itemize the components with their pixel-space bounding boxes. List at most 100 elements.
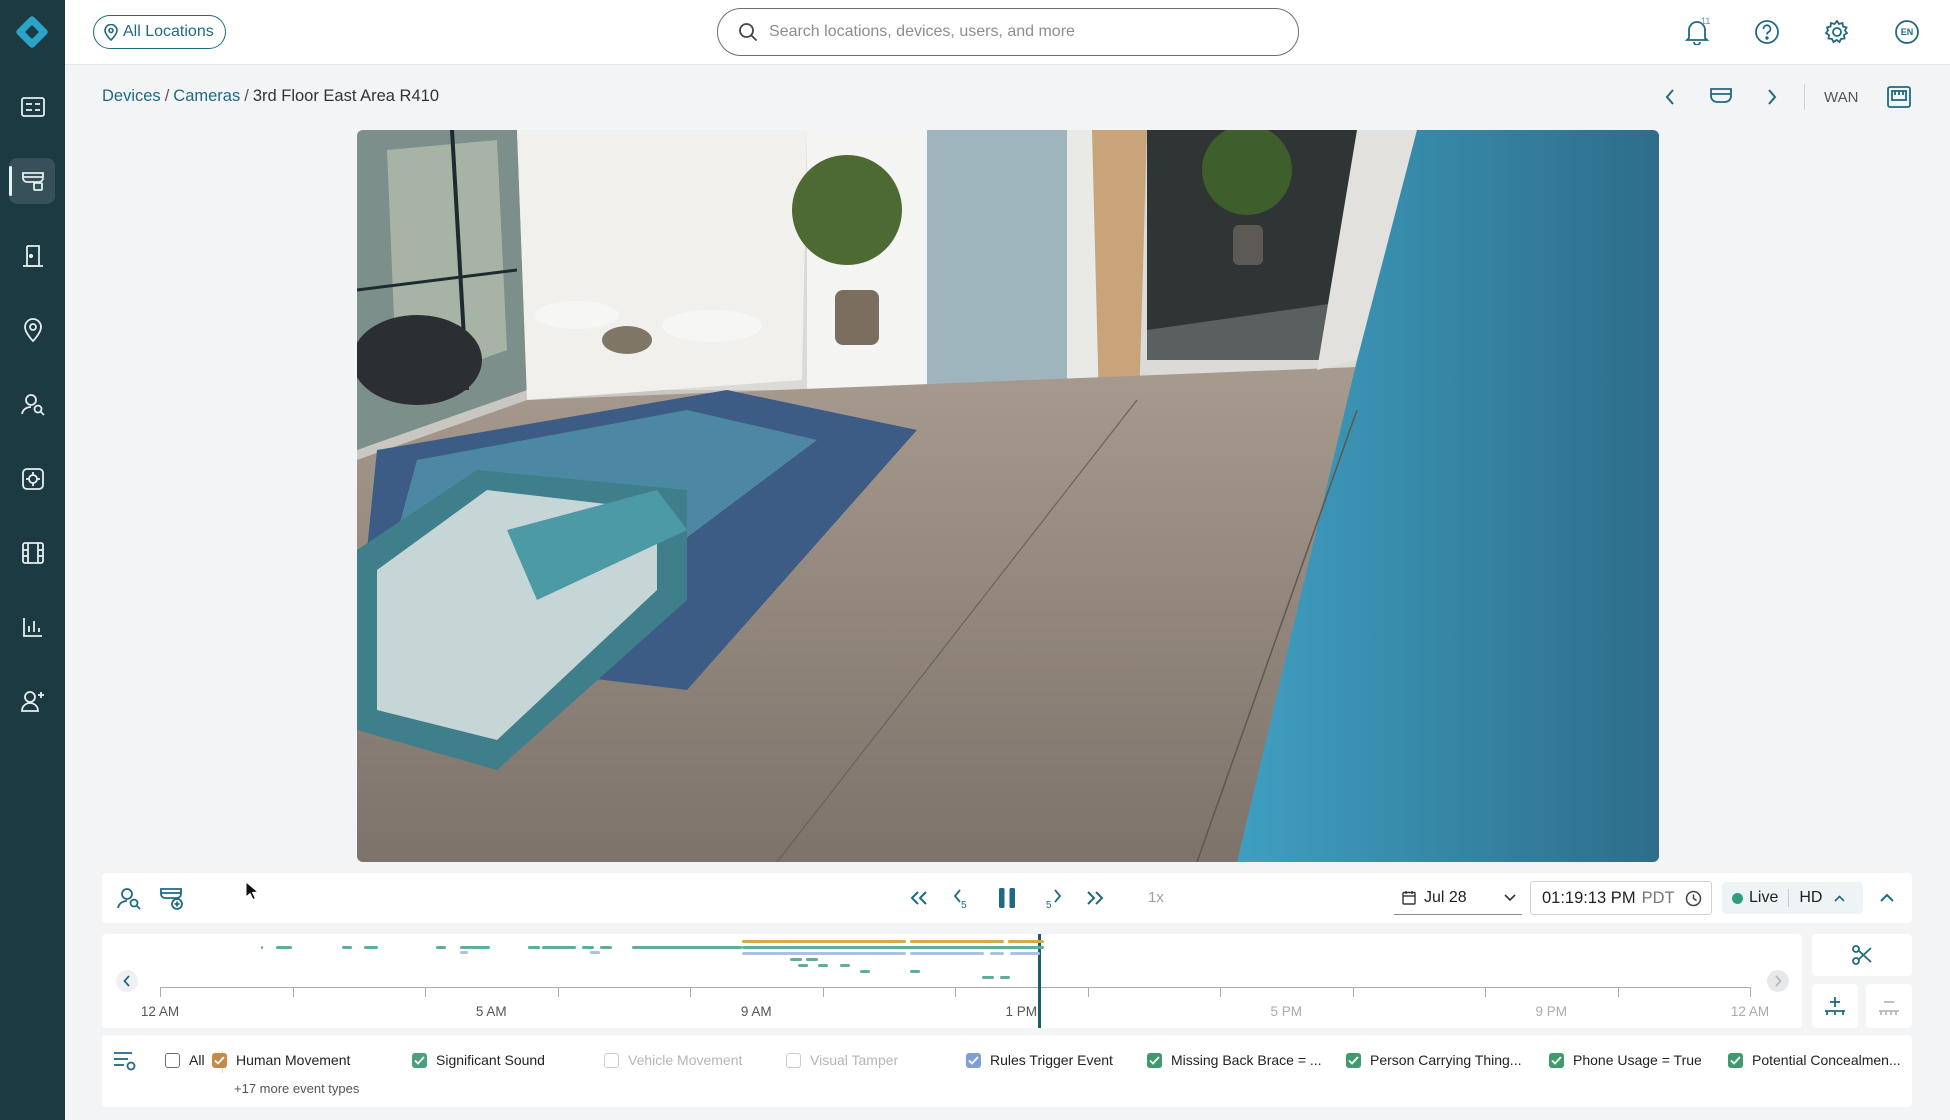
timeline-hour-label: 9 PM (1535, 1004, 1568, 1019)
event-timeline[interactable]: 12 AM 5 AM 9 AM 1 PM 5 PM 9 PM 12 AM (102, 934, 1802, 1028)
timeline-tick (292, 987, 294, 997)
nav-sensors-icon[interactable] (0, 450, 65, 508)
filter-item[interactable]: Missing Back Brace = ... (1147, 1052, 1322, 1068)
filter-item[interactable]: Significant Sound (412, 1052, 545, 1068)
timeline-event-segment[interactable] (982, 976, 994, 979)
timeline-event-segment[interactable] (364, 946, 378, 949)
timeline-event-segment[interactable] (542, 946, 576, 949)
nav-locations-icon[interactable] (0, 301, 65, 359)
timeline-event-segment[interactable] (276, 946, 292, 949)
zoom-in-timeline-icon[interactable] (1812, 984, 1858, 1028)
language-selector-icon[interactable]: EN (1889, 14, 1925, 50)
timeline-event-segment[interactable] (600, 946, 612, 949)
timeline-event-segment[interactable] (840, 964, 850, 967)
timeline-event-segment[interactable] (460, 946, 490, 949)
filter-checkbox[interactable] (966, 1052, 981, 1068)
logo-icon[interactable] (12, 12, 52, 52)
nav-add-user-icon[interactable] (0, 672, 65, 730)
timeline-event-segment[interactable] (798, 964, 808, 967)
nav-access-control-icon[interactable] (0, 227, 65, 285)
timeline-event-segment[interactable] (910, 940, 1004, 943)
timeline-event-segment[interactable] (742, 940, 906, 943)
network-port-icon[interactable] (1884, 80, 1914, 114)
timeline-event-segment[interactable] (910, 952, 984, 955)
timeline-event-segment[interactable] (632, 946, 742, 949)
timeline-event-segment[interactable] (860, 970, 870, 973)
timeline-event-segment[interactable] (790, 958, 802, 961)
timeline-event-segment[interactable] (818, 964, 828, 967)
camera-device-icon[interactable] (1706, 80, 1736, 114)
timeline-event-segment[interactable] (742, 946, 1044, 949)
all-locations-button[interactable]: All Locations (93, 15, 226, 49)
timeline-event-segment[interactable] (806, 958, 818, 961)
timeline-event-segment[interactable] (1010, 952, 1040, 955)
notifications-bell-icon[interactable]: 11 (1679, 14, 1715, 50)
filter-all-checkbox[interactable] (165, 1052, 180, 1068)
search-input[interactable] (769, 23, 1269, 41)
zoom-out-timeline-icon[interactable] (1866, 984, 1912, 1028)
nav-analytics-icon[interactable] (0, 598, 65, 656)
timeline-event-segment[interactable] (590, 951, 600, 954)
more-event-types[interactable]: +17 more event types (234, 1081, 359, 1096)
collapse-panel-icon[interactable] (1870, 881, 1904, 915)
playback-speed[interactable]: 1x (1148, 889, 1164, 906)
clip-scissors-icon[interactable] (1812, 934, 1912, 976)
nav-video-archive-icon[interactable] (0, 524, 65, 582)
add-camera-view-icon[interactable] (155, 881, 189, 915)
help-icon[interactable] (1749, 14, 1785, 50)
next-camera-icon[interactable] (1762, 80, 1782, 114)
pause-icon[interactable] (990, 881, 1024, 915)
forward-5s-icon[interactable]: 5 (1036, 881, 1070, 915)
nav-dashboard-icon[interactable] (0, 78, 65, 136)
skip-forward-icon[interactable] (1078, 881, 1112, 915)
svg-text:5: 5 (1046, 900, 1052, 909)
timeline-hour-label: 12 AM (1730, 1004, 1770, 1019)
timeline-event-segment[interactable] (990, 952, 1004, 955)
filter-checkbox[interactable] (1346, 1052, 1361, 1068)
filter-checkbox[interactable] (604, 1052, 619, 1068)
timeline-event-segment[interactable] (910, 970, 920, 973)
time-picker[interactable]: 01:19:13 PM PDT (1530, 881, 1712, 915)
live-quality-selector[interactable]: Live HD (1722, 882, 1863, 914)
filter-all[interactable]: All (165, 1052, 205, 1068)
filter-checkbox[interactable] (212, 1052, 227, 1068)
filter-checkbox[interactable] (1549, 1052, 1564, 1068)
timeline-event-segment[interactable] (582, 946, 594, 949)
timeline-event-segment[interactable] (1008, 940, 1044, 943)
timeline-event-segment[interactable] (742, 952, 906, 955)
nav-people-search-icon[interactable] (0, 375, 65, 433)
filter-item[interactable]: Vehicle Movement (604, 1052, 742, 1068)
filter-settings-icon[interactable] (112, 1049, 138, 1078)
previous-camera-icon[interactable] (1660, 80, 1680, 114)
filter-checkbox[interactable] (786, 1052, 801, 1068)
filter-item[interactable]: Person Carrying Thing... (1346, 1052, 1521, 1068)
skip-back-icon[interactable] (902, 881, 936, 915)
filter-item[interactable]: Potential Concealmen... (1728, 1052, 1901, 1068)
date-picker[interactable]: Jul 28 (1394, 881, 1522, 915)
timeline-tick (425, 987, 426, 997)
camera-video-feed[interactable] (357, 130, 1659, 862)
breadcrumb-devices[interactable]: Devices (102, 87, 161, 105)
filter-item[interactable]: Visual Tamper (786, 1052, 898, 1068)
breadcrumb-cameras[interactable]: Cameras (173, 87, 240, 105)
network-label: WAN (1824, 89, 1859, 106)
timeline-event-segment[interactable] (436, 946, 446, 949)
filter-item[interactable]: Human Movement (212, 1052, 350, 1068)
filter-item[interactable]: Rules Trigger Event (966, 1052, 1113, 1068)
timeline-event-segment[interactable] (261, 946, 263, 949)
timeline-prev-icon[interactable] (116, 970, 138, 992)
filter-checkbox[interactable] (1728, 1052, 1743, 1068)
timeline-next-icon[interactable] (1767, 970, 1789, 992)
nav-cameras-icon[interactable] (0, 152, 65, 210)
rewind-5s-icon[interactable]: 5 (945, 881, 979, 915)
timeline-event-segment[interactable] (1000, 976, 1010, 979)
timeline-event-segment[interactable] (460, 951, 468, 954)
filter-checkbox[interactable] (1147, 1052, 1162, 1068)
timeline-event-segment[interactable] (528, 946, 540, 949)
filter-item[interactable]: Phone Usage = True (1549, 1052, 1702, 1068)
filter-checkbox[interactable] (412, 1052, 427, 1068)
global-search[interactable] (717, 8, 1299, 56)
timeline-event-segment[interactable] (342, 946, 352, 949)
people-search-icon[interactable] (112, 881, 146, 915)
settings-gear-icon[interactable] (1819, 14, 1855, 50)
